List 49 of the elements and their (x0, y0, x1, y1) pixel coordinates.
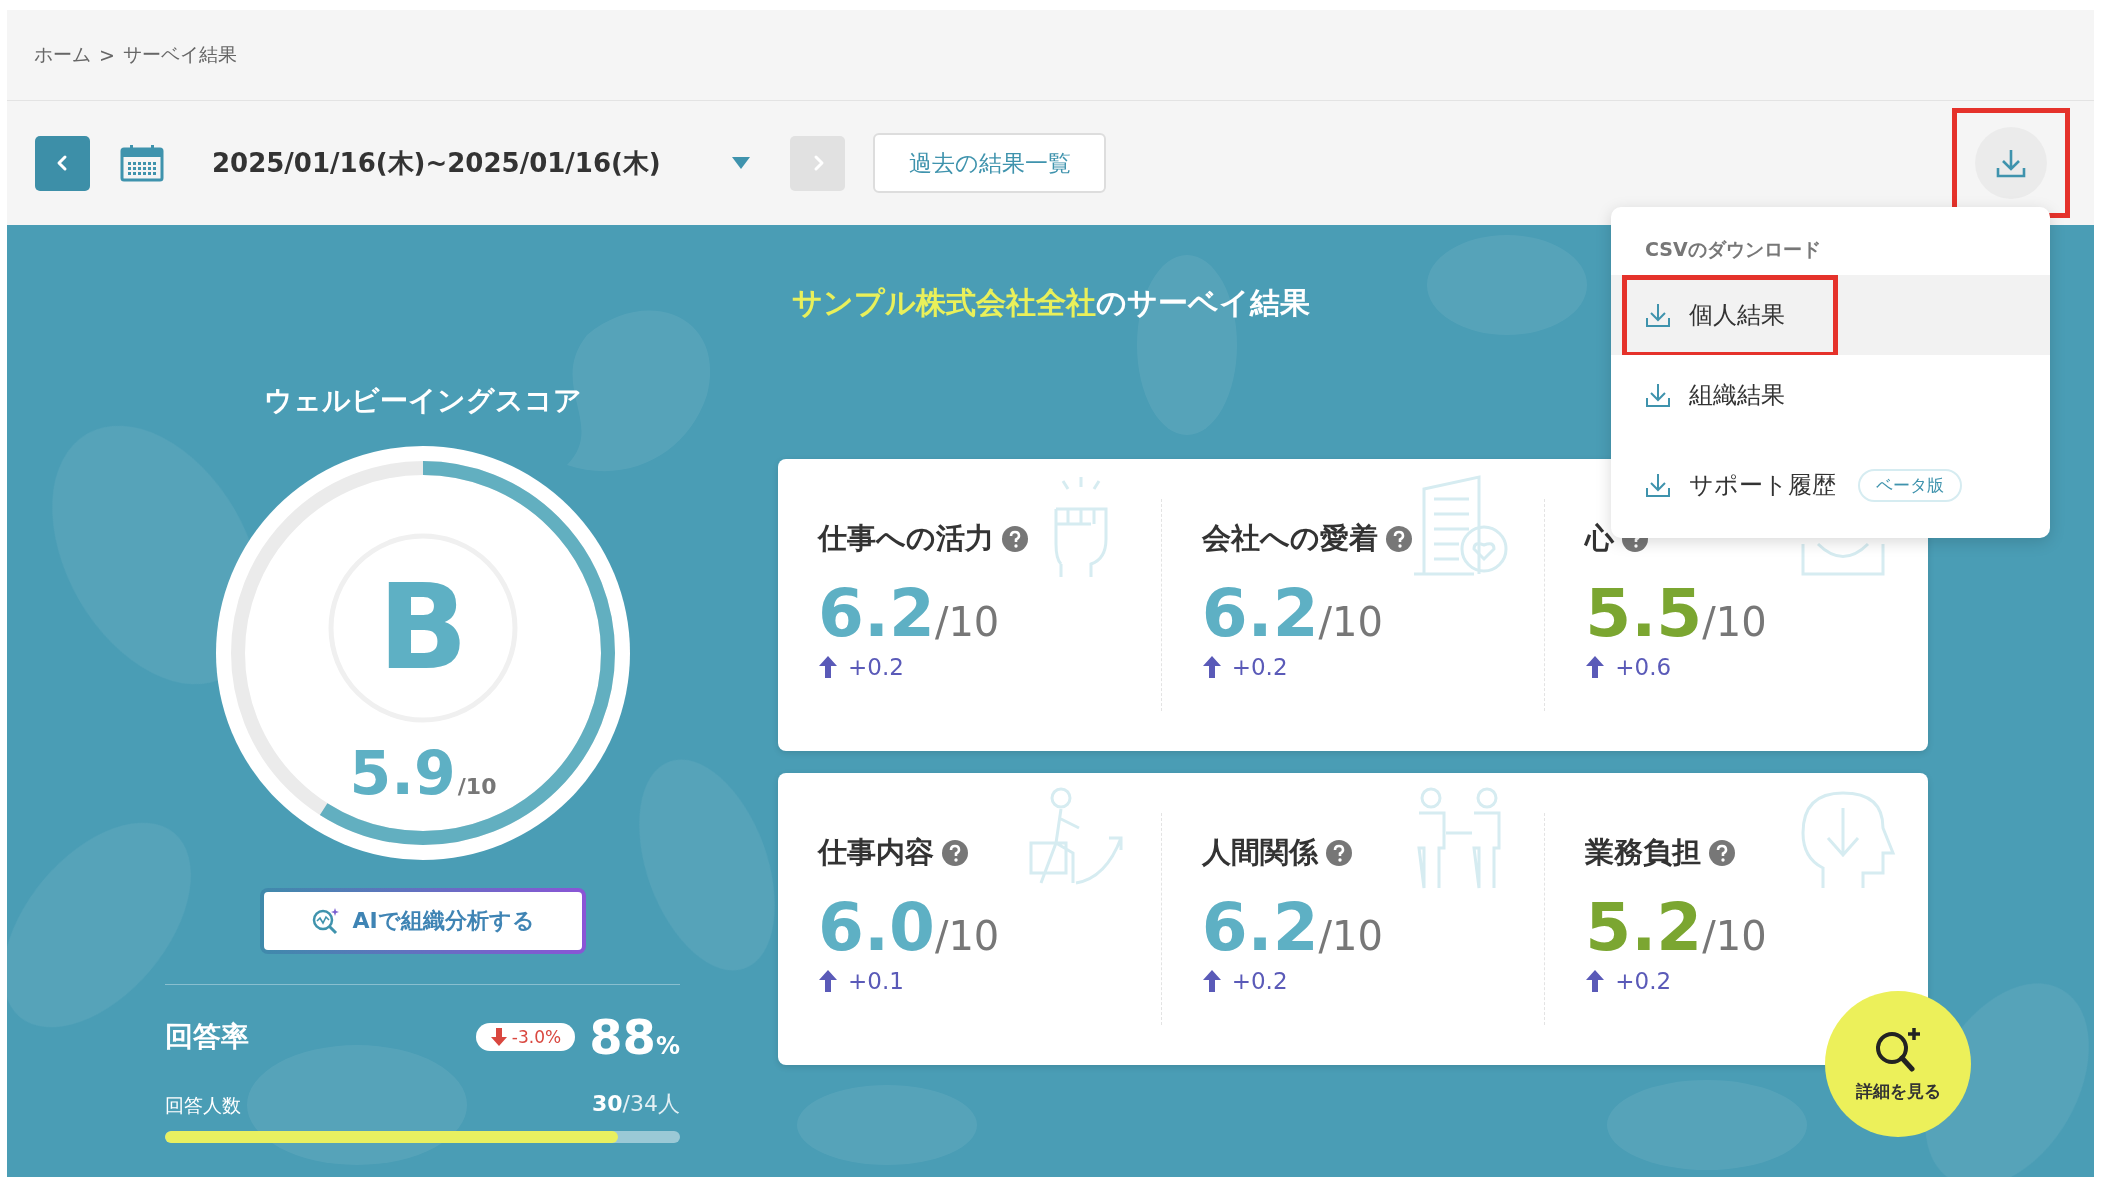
score-heading: ウェルビーイングスコア (263, 383, 582, 419)
breadcrumb-link[interactable]: サーベイ結果 (122, 42, 237, 68)
breadcrumb-link[interactable]: ホーム (34, 42, 91, 68)
magnifier-sparkle-icon (310, 906, 341, 936)
date-range: 2025/01/16(木)~2025/01/16(木) (212, 146, 662, 180)
respondent-count-label: 回答人数 (165, 1093, 241, 1118)
menu-item[interactable]: 個人結果 (1611, 275, 2050, 355)
download-icon (1645, 382, 1671, 408)
metric-change: +0.1 (848, 968, 904, 994)
metric-change: +0.6 (1615, 654, 1672, 680)
dropdown-caret-icon[interactable] (732, 157, 750, 169)
metric-score: 5.5/10 (1585, 575, 1767, 652)
download-icon (1645, 472, 1671, 498)
metric-change: +0.2 (848, 654, 904, 680)
response-rate-value: 88% (589, 1009, 680, 1065)
metric-score: 6.2/10 (1201, 575, 1383, 652)
previous-button[interactable] (35, 135, 90, 191)
metric-change: +0.2 (1231, 654, 1288, 680)
response-rate-label: 回答率 (165, 1019, 249, 1055)
help-icon[interactable] (942, 840, 968, 866)
metric-title: 業務負担 (1585, 834, 1702, 871)
score-value: 5.9/10 (349, 738, 496, 808)
change-badge: -3.0% (475, 1023, 576, 1051)
help-icon[interactable] (1709, 840, 1736, 866)
download-icon (1645, 302, 1671, 328)
help-icon[interactable] (1385, 526, 1412, 552)
metric-score: 6.2/10 (1201, 889, 1383, 966)
menu-item[interactable]: 組織結果 (1611, 355, 2050, 435)
download-icon (1995, 147, 2027, 179)
help-icon[interactable] (1002, 526, 1028, 552)
metric-score: 6.0/10 (818, 889, 1000, 966)
breadcrumb-separator: > (99, 44, 115, 66)
history-button[interactable]: 過去の結果一覧 (873, 133, 1106, 193)
beta-badge: ベータ版 (1858, 468, 1962, 502)
metric-change: +0.2 (1615, 968, 1672, 994)
metric-score: 6.2/10 (818, 575, 1000, 652)
calendar-icon (120, 144, 164, 182)
help-icon[interactable] (1325, 840, 1352, 866)
menu-heading: CSVのダウンロード (1644, 237, 1822, 262)
metric-title: 人間関係 (1201, 834, 1318, 871)
respondent-count: 30/34人 (591, 1090, 680, 1118)
grade-letter: B (377, 558, 468, 696)
metric-title: 仕事への活力 (818, 520, 994, 557)
metric-score: 5.2/10 (1585, 889, 1767, 966)
metric-title: 会社への愛着 (1201, 520, 1378, 557)
detail-button[interactable]: 詳細を見る (1825, 991, 1971, 1137)
metric-change: +0.2 (1231, 968, 1288, 994)
metric-title: 仕事内容 (818, 834, 934, 871)
page-title: サンプル株式会社全社のサーベイ結果 (791, 284, 1310, 322)
